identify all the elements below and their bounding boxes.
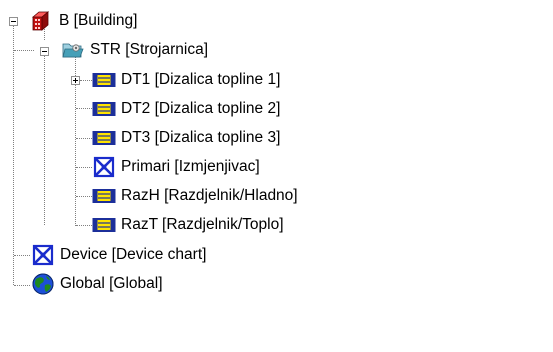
- device-block-icon: [92, 98, 116, 120]
- tree-node-building[interactable]: B [Building]: [30, 9, 138, 33]
- heat-exchanger-icon: [92, 156, 116, 178]
- tree-node-label: RazT [Razdjelnik/Toplo]: [121, 216, 284, 233]
- tree-node-global[interactable]: Global [Global]: [31, 272, 164, 296]
- open-folder-icon: [61, 39, 85, 61]
- tree-guide-line: [13, 26, 14, 285]
- globe-icon: [31, 273, 55, 295]
- project-tree[interactable]: B [Building] STR [Strojarnica] DT1 [Diza: [0, 0, 553, 352]
- tree-node-razh[interactable]: RazH [Razdjelnik/Hladno]: [92, 184, 299, 208]
- tree-node-label: Global [Global]: [60, 275, 163, 292]
- tree-node-dt2[interactable]: DT2 [Dizalica topline 2]: [92, 97, 281, 121]
- tree-node-label: Device [Device chart]: [60, 246, 207, 263]
- tree-guide-line: [76, 138, 92, 139]
- device-block-icon: [92, 185, 116, 207]
- tree-node-dt1[interactable]: DT1 [Dizalica topline 1]: [92, 68, 281, 92]
- tree-node-razt[interactable]: RazT [Razdjelnik/Toplo]: [92, 213, 285, 237]
- tree-node-str[interactable]: STR [Strojarnica]: [61, 38, 209, 62]
- collapse-toggle-building[interactable]: [9, 17, 18, 26]
- tree-guide-line: [76, 196, 92, 197]
- tree-node-label: B [Building]: [59, 12, 138, 29]
- tree-guide-line: [76, 167, 92, 168]
- expand-toggle-dt1[interactable]: [71, 76, 80, 85]
- tree-node-label: DT1 [Dizalica topline 1]: [121, 71, 281, 88]
- tree-node-label: Primari [Izmjenjivac]: [121, 158, 260, 175]
- tree-node-label: DT2 [Dizalica topline 2]: [121, 100, 281, 117]
- tree-node-label: STR [Strojarnica]: [90, 41, 209, 58]
- tree-node-label: DT3 [Dizalica topline 3]: [121, 129, 281, 146]
- tree-guide-line: [14, 285, 30, 286]
- heat-exchanger-icon: [31, 244, 55, 266]
- device-block-icon: [92, 127, 116, 149]
- collapse-toggle-str[interactable]: [40, 47, 49, 56]
- tree-node-dt3[interactable]: DT3 [Dizalica topline 3]: [92, 126, 281, 150]
- building-icon: [30, 10, 54, 32]
- tree-guide-line: [14, 50, 34, 51]
- device-block-icon: [92, 214, 116, 236]
- tree-guide-line: [14, 255, 30, 256]
- tree-guide-line: [44, 55, 45, 225]
- tree-guide-line: [76, 225, 92, 226]
- tree-guide-line: [80, 80, 92, 81]
- device-block-icon: [92, 69, 116, 91]
- tree-node-device[interactable]: Device [Device chart]: [31, 243, 207, 267]
- tree-node-primari[interactable]: Primari [Izmjenjivac]: [92, 155, 261, 179]
- tree-guide-line: [76, 108, 92, 109]
- tree-node-label: RazH [Razdjelnik/Hladno]: [121, 187, 298, 204]
